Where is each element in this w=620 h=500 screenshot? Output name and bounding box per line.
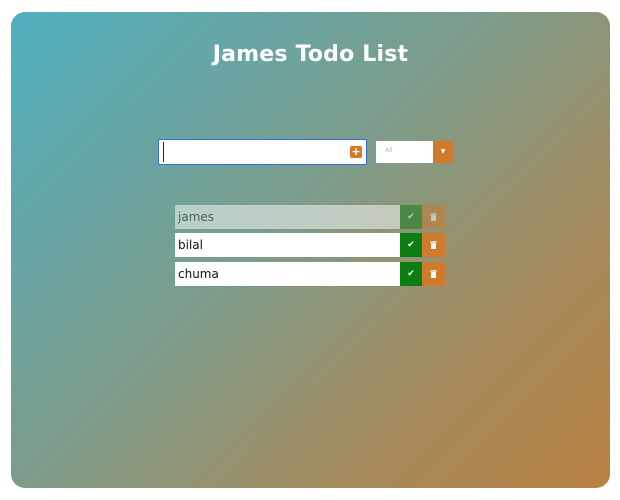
- filter-selected-label: All: [385, 147, 393, 154]
- trash-icon: [430, 241, 437, 249]
- check-icon: ✔: [407, 269, 415, 279]
- todo-item: james ✔: [175, 205, 445, 229]
- app-panel: James Todo List + All ▼ james ✔ bilal ✔: [11, 12, 610, 488]
- trash-icon: [430, 213, 437, 221]
- todo-input[interactable]: [163, 142, 346, 162]
- todo-text: james: [175, 205, 400, 229]
- todo-text: bilal: [175, 233, 400, 257]
- delete-button[interactable]: [422, 233, 445, 257]
- page-title: James Todo List: [212, 42, 409, 67]
- trash-icon: [430, 270, 437, 278]
- plus-icon: +: [351, 145, 361, 158]
- delete-button[interactable]: [422, 262, 445, 286]
- complete-button[interactable]: ✔: [400, 262, 422, 286]
- check-icon: ✔: [407, 240, 415, 250]
- todo-item: chuma ✔: [175, 262, 445, 286]
- todo-item: bilal ✔: [175, 233, 445, 257]
- complete-button[interactable]: ✔: [400, 205, 422, 229]
- filter-select[interactable]: All ▼: [376, 141, 453, 163]
- todo-input-container: +: [158, 139, 367, 165]
- caret-down-icon: ▼: [433, 141, 453, 163]
- complete-button[interactable]: ✔: [400, 233, 422, 257]
- todo-text: chuma: [175, 262, 400, 286]
- delete-button[interactable]: [422, 205, 445, 229]
- check-icon: ✔: [407, 212, 415, 222]
- add-todo-button[interactable]: +: [350, 146, 362, 158]
